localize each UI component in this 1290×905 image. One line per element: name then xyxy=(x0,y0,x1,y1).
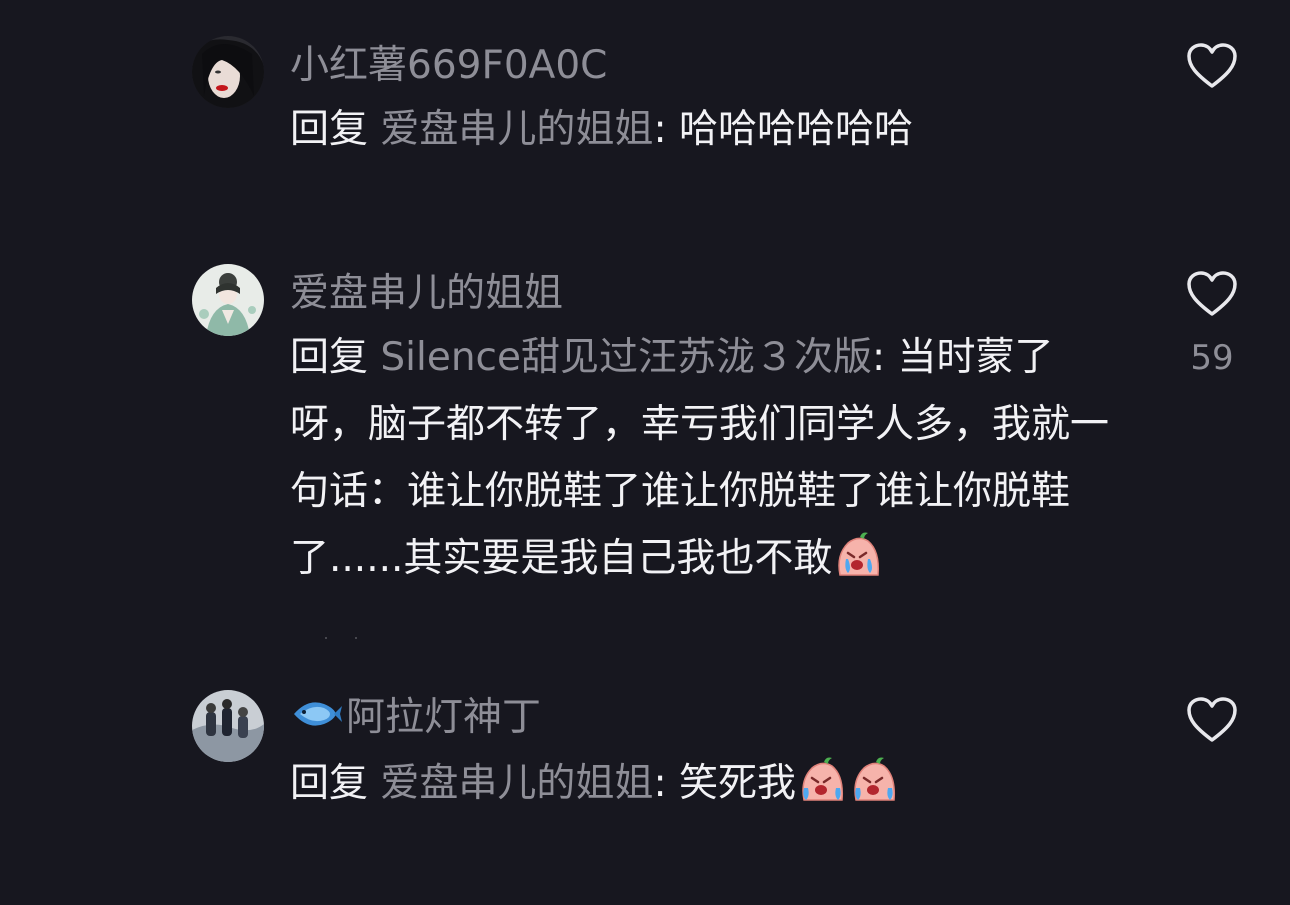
heart-icon[interactable] xyxy=(1186,696,1238,744)
comment-text: 回复 爱盘串儿的姐姐: 笑死我 xyxy=(290,750,1110,817)
comment-content: 笑死我 xyxy=(678,761,796,806)
reply-target-username[interactable]: 爱盘串儿的姐姐 xyxy=(380,761,653,806)
comment-thread: 小红薯669F0A0C 回复 爱盘串儿的姐姐: 哈哈哈哈哈哈 爱盘串儿的姐姐 回… xyxy=(0,0,1290,905)
avatar[interactable] xyxy=(192,690,264,762)
fish-icon xyxy=(290,694,342,734)
username-text[interactable]: 阿拉灯神丁 xyxy=(346,695,541,740)
crying-laugh-emoji-icon xyxy=(796,754,848,806)
crying-laugh-emoji-icon xyxy=(848,754,900,806)
username[interactable]: 阿拉灯神丁 xyxy=(290,692,541,744)
reply-prefix: 回复 xyxy=(290,761,369,806)
comment-item: 阿拉灯神丁 回复 爱盘串儿的姐姐: 笑死我 xyxy=(0,0,1290,905)
reply-colon: : xyxy=(653,761,667,806)
